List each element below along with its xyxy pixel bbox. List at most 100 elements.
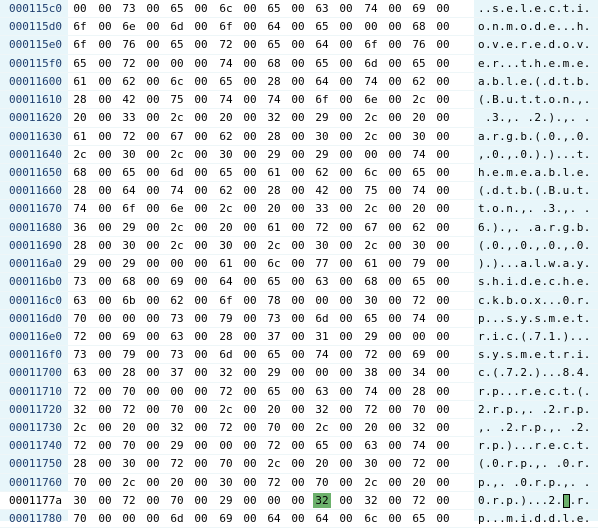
- byte-cell[interactable]: 00: [434, 19, 452, 34]
- byte-cell[interactable]: 00: [96, 201, 114, 216]
- byte-cell[interactable]: 6c: [362, 511, 380, 526]
- byte-cell[interactable]: 00: [96, 347, 114, 362]
- byte-cell[interactable]: 00: [144, 311, 162, 326]
- byte-cell[interactable]: 2c: [362, 110, 380, 125]
- byte-cell[interactable]: 00: [289, 511, 307, 526]
- byte-cell[interactable]: 74: [410, 438, 428, 453]
- byte-cell[interactable]: 00: [192, 56, 210, 71]
- byte-cell[interactable]: 00: [144, 347, 162, 362]
- byte-cell[interactable]: 00: [144, 183, 162, 198]
- byte-cell[interactable]: 72: [120, 56, 138, 71]
- byte-cell[interactable]: 00: [96, 74, 114, 89]
- byte-cell[interactable]: 72: [217, 384, 235, 399]
- byte-cell[interactable]: 00: [192, 347, 210, 362]
- ascii-text[interactable]: o.v.e.r.e.d.o.v.: [478, 36, 591, 53]
- byte-cell[interactable]: 64: [265, 511, 283, 526]
- byte-cell[interactable]: 00: [96, 56, 114, 71]
- byte-cell[interactable]: 00: [434, 1, 452, 16]
- byte-cell[interactable]: 00: [144, 493, 162, 508]
- ascii-text[interactable]: ).)...a.l.w.a.y.: [478, 255, 591, 272]
- byte-cell[interactable]: 00: [289, 1, 307, 16]
- byte-cell[interactable]: 70: [71, 511, 89, 526]
- byte-cell[interactable]: 30: [362, 456, 380, 471]
- byte-cell[interactable]: 00: [434, 37, 452, 52]
- byte-cell[interactable]: 63: [313, 274, 331, 289]
- byte-cell[interactable]: 20: [410, 475, 428, 490]
- byte-cell[interactable]: 78: [265, 293, 283, 308]
- byte-cell[interactable]: 28: [410, 384, 428, 399]
- byte-cell[interactable]: 32: [313, 402, 331, 417]
- byte-cell[interactable]: 00: [96, 475, 114, 490]
- byte-cell[interactable]: 2c: [313, 420, 331, 435]
- byte-cell[interactable]: 00: [96, 1, 114, 16]
- byte-cell[interactable]: 72: [410, 456, 428, 471]
- byte-cell[interactable]: 6c: [217, 1, 235, 16]
- byte-cell[interactable]: 74: [362, 1, 380, 16]
- byte-cell[interactable]: 64: [217, 274, 235, 289]
- byte-cell[interactable]: 69: [120, 329, 138, 344]
- byte-cell[interactable]: 00: [386, 475, 404, 490]
- byte-cell[interactable]: 69: [168, 274, 186, 289]
- byte-cell[interactable]: 61: [217, 256, 235, 271]
- byte-cell[interactable]: 75: [362, 183, 380, 198]
- byte-cell[interactable]: 00: [386, 165, 404, 180]
- byte-cell[interactable]: 00: [192, 329, 210, 344]
- byte-cell[interactable]: 6c: [265, 256, 283, 271]
- byte-cell[interactable]: 42: [120, 92, 138, 107]
- byte-cell[interactable]: 70: [168, 402, 186, 417]
- byte-cell[interactable]: 00: [144, 92, 162, 107]
- byte-cell[interactable]: 00: [386, 56, 404, 71]
- byte-cell[interactable]: 00: [192, 456, 210, 471]
- ascii-text[interactable]: p...s.y.s.m.e.t.: [478, 310, 591, 327]
- byte-cell[interactable]: 00: [144, 56, 162, 71]
- byte-cell[interactable]: 64: [120, 183, 138, 198]
- byte-cell[interactable]: 61: [362, 256, 380, 271]
- byte-cell[interactable]: 00: [192, 201, 210, 216]
- byte-cell[interactable]: 38: [362, 365, 380, 380]
- byte-cell[interactable]: 00: [192, 438, 210, 453]
- byte-cell[interactable]: 00: [144, 274, 162, 289]
- byte-cell[interactable]: 2c: [362, 201, 380, 216]
- byte-cell[interactable]: 00: [386, 220, 404, 235]
- byte-cell[interactable]: 63: [362, 438, 380, 453]
- byte-cell[interactable]: 00: [289, 56, 307, 71]
- byte-cell[interactable]: 00: [434, 110, 452, 125]
- byte-cell[interactable]: 00: [410, 329, 428, 344]
- byte-cell[interactable]: 00: [434, 384, 452, 399]
- byte-cell[interactable]: 00: [241, 37, 259, 52]
- byte-cell[interactable]: 6f: [313, 92, 331, 107]
- byte-cell[interactable]: 00: [144, 238, 162, 253]
- byte-cell[interactable]: 6d: [313, 311, 331, 326]
- byte-cell[interactable]: 65: [71, 56, 89, 71]
- byte-cell[interactable]: 00: [96, 274, 114, 289]
- byte-cell[interactable]: 00: [144, 384, 162, 399]
- byte-cell[interactable]: 29: [120, 220, 138, 235]
- byte-cell[interactable]: 00: [192, 19, 210, 34]
- ascii-text[interactable]: s.y.s.m.e.t.r.i.: [478, 346, 591, 363]
- byte-cell[interactable]: 00: [144, 293, 162, 308]
- ascii-text[interactable]: (.B.u.t.t.o.n.,.: [478, 91, 591, 108]
- byte-cell[interactable]: 30: [120, 147, 138, 162]
- byte-cell[interactable]: 00: [386, 493, 404, 508]
- byte-cell[interactable]: 00: [144, 147, 162, 162]
- byte-cell[interactable]: 30: [217, 475, 235, 490]
- byte-cell[interactable]: 72: [410, 493, 428, 508]
- ascii-text[interactable]: c.(.7.2.)...8.4.: [478, 364, 591, 381]
- byte-cell[interactable]: 20: [362, 420, 380, 435]
- byte-cell[interactable]: 00: [241, 347, 259, 362]
- byte-cell[interactable]: 68: [410, 19, 428, 34]
- byte-cell[interactable]: 00: [434, 256, 452, 271]
- byte-cell[interactable]: 72: [362, 347, 380, 362]
- byte-cell[interactable]: 20: [71, 110, 89, 125]
- byte-cell[interactable]: 00: [192, 365, 210, 380]
- byte-cell[interactable]: 00: [241, 165, 259, 180]
- byte-cell[interactable]: 00: [337, 274, 355, 289]
- byte-cell[interactable]: 00: [337, 201, 355, 216]
- byte-cell[interactable]: 74: [313, 347, 331, 362]
- byte-cell[interactable]: 00: [289, 74, 307, 89]
- byte-cell[interactable]: 2c: [362, 475, 380, 490]
- byte-cell[interactable]: 65: [265, 1, 283, 16]
- byte-cell[interactable]: 6f: [217, 19, 235, 34]
- byte-cell[interactable]: 28: [71, 92, 89, 107]
- byte-cell[interactable]: 28: [265, 129, 283, 144]
